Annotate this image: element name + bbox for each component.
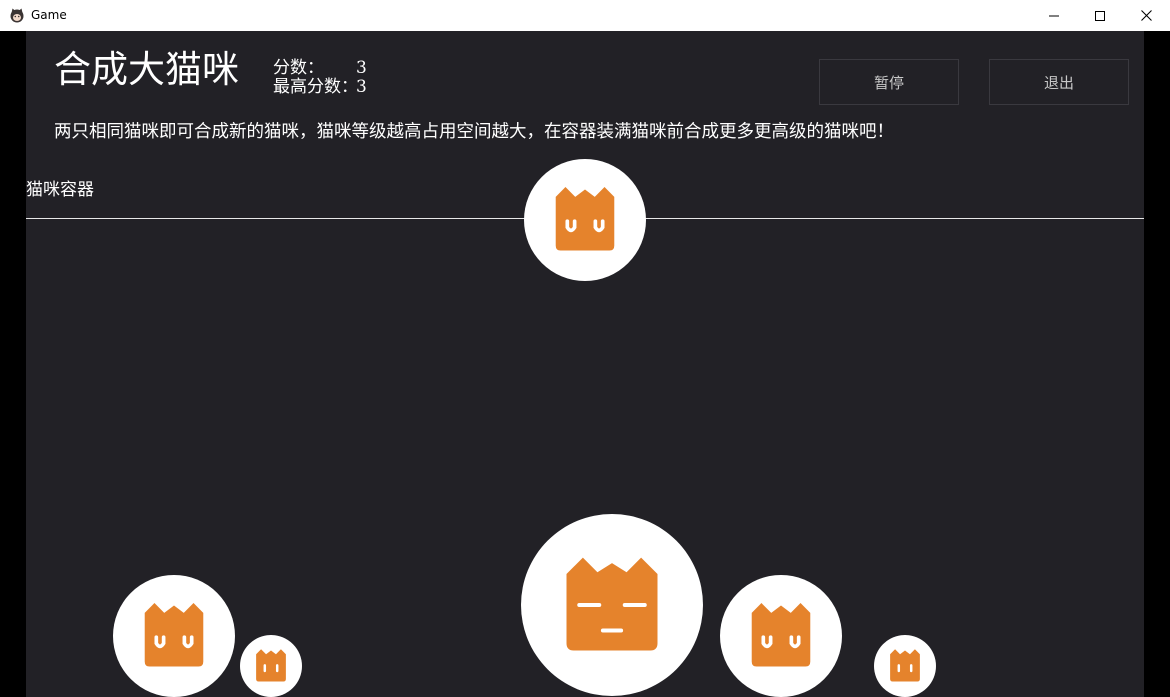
maximize-icon <box>1095 10 1105 21</box>
cat-ball-level3[interactable] <box>521 514 703 696</box>
close-button[interactable] <box>1123 0 1169 31</box>
maximize-button[interactable] <box>1077 0 1123 31</box>
cat-app-icon <box>10 8 24 23</box>
minimize-button[interactable] <box>1031 0 1077 31</box>
cat-happy-icon <box>113 575 235 697</box>
game-frame: 合成大猫咪 分数： 3 最高分数： 3 暂停 退出 两只相同猫咪即可合成新的猫咪… <box>0 31 1170 697</box>
window-titlebar: Game <box>0 0 1170 31</box>
cat-ball-level2[interactable] <box>113 575 235 697</box>
cat-ball-falling[interactable] <box>524 159 646 281</box>
window-title: Game <box>31 8 67 22</box>
cat-ball-level2[interactable] <box>720 575 842 697</box>
cat-happy-icon <box>524 159 646 281</box>
minimize-icon <box>1049 15 1059 16</box>
cat-ball-level1[interactable] <box>874 635 936 697</box>
cat-sleepy-icon <box>521 514 703 696</box>
play-area[interactable] <box>26 31 1144 697</box>
cat-happy-icon <box>720 575 842 697</box>
close-icon <box>1140 10 1152 21</box>
cat-plain-icon <box>240 635 302 697</box>
game-stage: 合成大猫咪 分数： 3 最高分数： 3 暂停 退出 两只相同猫咪即可合成新的猫咪… <box>26 31 1144 697</box>
cat-ball-level1[interactable] <box>240 635 302 697</box>
cat-plain-icon <box>874 635 936 697</box>
